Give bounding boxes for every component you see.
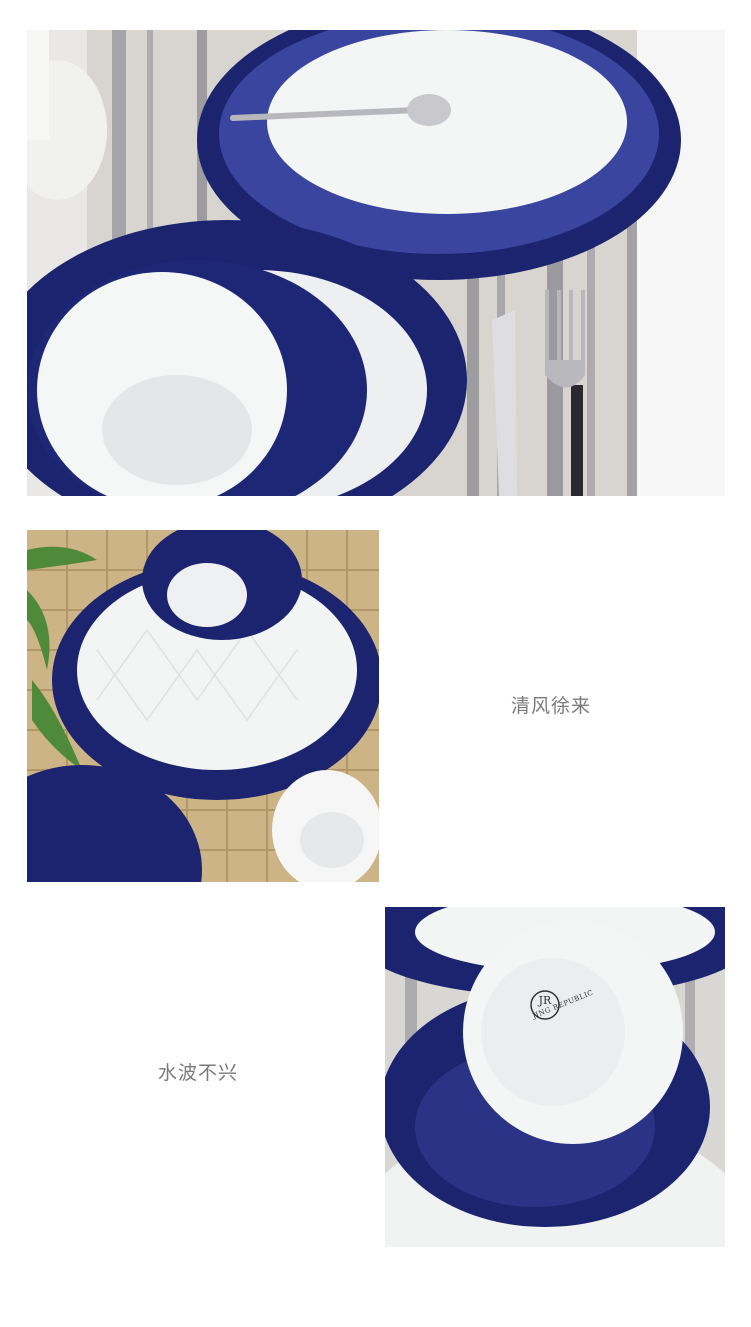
caption-second: 水波不兴 — [158, 1062, 239, 1084]
inverted-bowl-image — [385, 907, 725, 1247]
photo-tableware-overview — [27, 30, 725, 496]
photo-plates-on-jute — [27, 530, 379, 882]
photo-inverted-bowl: JR JING REPUBLIC — [385, 907, 725, 1247]
tableware-overview-image — [27, 30, 725, 496]
brand-stamp: JR JING REPUBLIC — [512, 987, 622, 1029]
brand-name: JING REPUBLIC — [531, 988, 595, 1021]
plates-on-jute-image — [27, 530, 379, 882]
caption-first: 清风徐来 — [511, 695, 592, 717]
